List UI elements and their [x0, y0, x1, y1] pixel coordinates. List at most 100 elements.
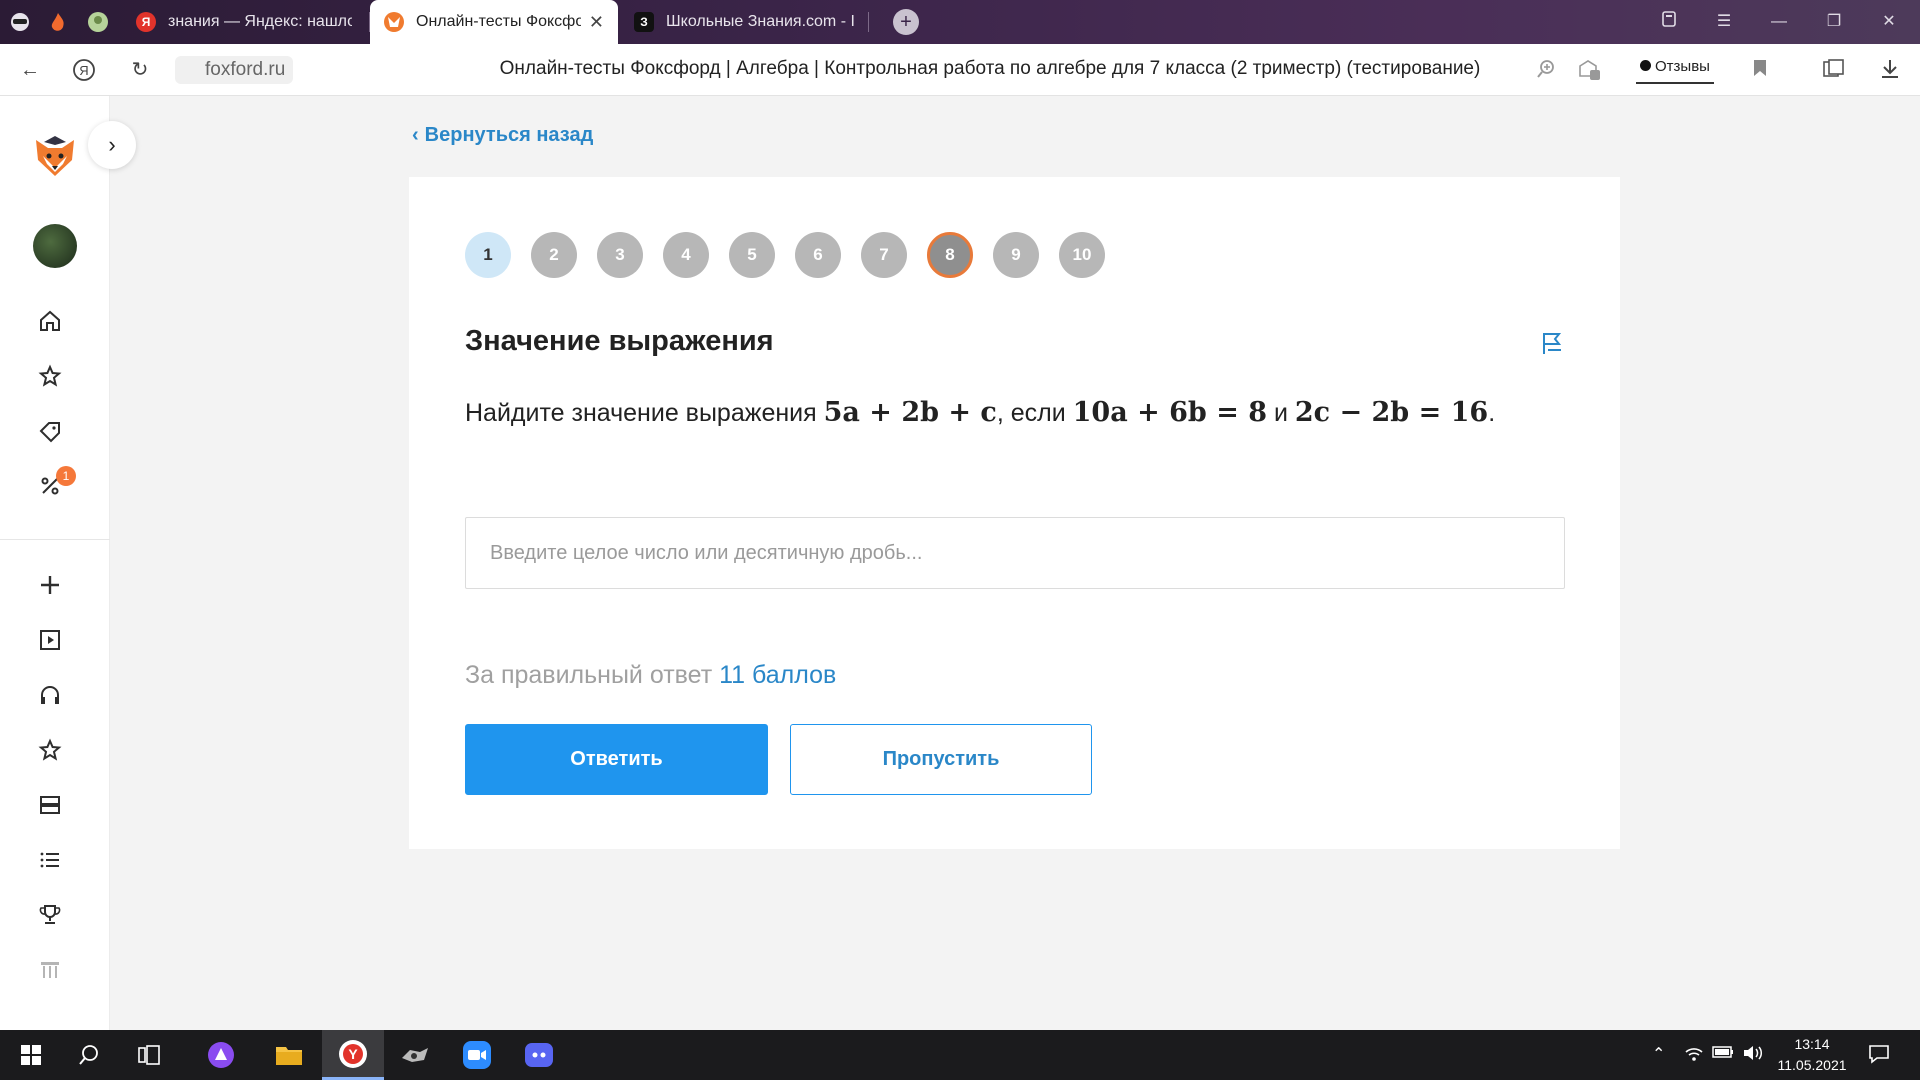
step-10[interactable]: 10 [1059, 232, 1105, 278]
question-card: 1 2 3 4 5 6 7 8 9 10 Значение выражения … [409, 177, 1620, 849]
user-avatar[interactable] [33, 224, 77, 268]
yandex-icon: Я [136, 12, 156, 32]
battery-icon[interactable] [1712, 1044, 1734, 1065]
browser-tab-strip: Я знания — Яндекс: нашлос Онлайн-тесты Ф… [0, 0, 1920, 44]
windows-taskbar: Y ⌃ 13:14 11.05.2021 [0, 1030, 1920, 1080]
taskbar-clock[interactable]: 13:14 11.05.2021 [1772, 1034, 1852, 1076]
fox-logo-icon [36, 136, 74, 176]
plus-icon[interactable] [35, 570, 65, 600]
zoom-icon[interactable] [1534, 58, 1558, 82]
back-arrow-icon[interactable]: ← [18, 58, 42, 82]
fox-icon [384, 12, 404, 32]
file-explorer-icon[interactable] [258, 1030, 320, 1080]
tray-chevron-up-icon[interactable]: ⌃ [1652, 1044, 1665, 1064]
windows-start-icon[interactable] [0, 1030, 62, 1080]
mask-icon [11, 13, 29, 31]
tab-label: знания — Яндекс: нашлос [168, 13, 352, 30]
question-prefix: Найдите значение выражения [465, 399, 824, 427]
layers-icon[interactable] [35, 790, 65, 820]
svg-text:Y: Y [348, 1046, 358, 1062]
report-flag-icon[interactable] [1539, 330, 1565, 356]
notifications-icon[interactable] [1868, 1044, 1890, 1069]
chat-bubble-icon [1640, 60, 1651, 71]
step-3[interactable]: 3 [597, 232, 643, 278]
promo-badge: 1 [56, 466, 76, 486]
downloads-counter-icon[interactable] [1576, 58, 1600, 82]
close-window-icon[interactable]: ✕ [1877, 10, 1901, 34]
home-icon[interactable] [35, 306, 65, 336]
task-view-icon[interactable] [118, 1030, 180, 1080]
znania-icon: З [634, 12, 654, 32]
play-icon[interactable] [35, 625, 65, 655]
tab-znania[interactable]: З Школьные Знания.com - I [620, 0, 870, 44]
restore-icon[interactable]: ❐ [1822, 10, 1846, 34]
address-bar: ← Я ↻ foxford.ru Онлайн-тесты Фоксфорд |… [0, 44, 1920, 96]
tab-label: Онлайн-тесты Фоксфор [416, 13, 581, 30]
question-suffix: . [1488, 399, 1496, 427]
pinned-tab-fire[interactable] [42, 6, 74, 38]
step-9[interactable]: 9 [993, 232, 1039, 278]
question-title: Значение выражения [465, 325, 774, 357]
alice-icon[interactable] [190, 1030, 252, 1080]
tab-foxford-tests[interactable]: Онлайн-тесты Фоксфор ✕ [370, 0, 618, 44]
sidebar-divider [0, 539, 110, 540]
back-link-label: Вернуться назад [424, 124, 594, 146]
points-value: 11 баллов [719, 661, 837, 689]
answer-input[interactable] [465, 517, 1565, 589]
reviews-label: Отзывы [1655, 58, 1710, 75]
question-connector: , если [996, 399, 1073, 427]
zoom-app-icon[interactable] [446, 1030, 508, 1080]
step-2[interactable]: 2 [531, 232, 577, 278]
bookmark-icon[interactable] [1748, 58, 1772, 82]
volume-icon[interactable] [1742, 1044, 1764, 1067]
wifi-icon[interactable] [1684, 1044, 1704, 1067]
flame-icon [51, 13, 64, 31]
foxford-logo[interactable] [30, 130, 80, 180]
tab-manager-icon[interactable] [1657, 10, 1681, 34]
menu-icon[interactable]: ☰ [1712, 10, 1736, 34]
math-equation: 2c − 2b = 16 [1294, 397, 1489, 428]
url-domain[interactable]: foxford.ru [175, 56, 294, 84]
favorites-star-icon[interactable] [35, 735, 65, 765]
list-icon[interactable] [35, 845, 65, 875]
step-8-current[interactable]: 8 [927, 232, 973, 278]
avatar-icon [88, 12, 108, 32]
headphones-icon[interactable] [35, 680, 65, 710]
yandex-home-icon[interactable]: Я [72, 58, 96, 82]
step-1[interactable]: 1 [465, 232, 511, 278]
question-text: Найдите значение выражения 5a + 2b + c, … [465, 397, 1495, 428]
close-tab-icon[interactable]: ✕ [581, 12, 604, 33]
new-tab-button[interactable]: + [893, 9, 919, 35]
trophy-icon[interactable] [35, 900, 65, 930]
clock-time: 13:14 [1794, 1036, 1830, 1052]
submit-answer-button[interactable]: Ответить [465, 724, 768, 795]
reviews-button[interactable]: Отзывы [1636, 54, 1714, 84]
game-app-icon[interactable] [384, 1030, 446, 1080]
points-info: За правильный ответ 11 баллов [465, 661, 836, 690]
clock-date: 11.05.2021 [1777, 1057, 1847, 1073]
chevron-right-icon: › [108, 132, 116, 157]
step-6[interactable]: 6 [795, 232, 841, 278]
sidebar-expand-button[interactable]: › [88, 121, 136, 169]
library-icon[interactable] [35, 955, 65, 985]
minimize-icon[interactable]: — [1767, 10, 1791, 34]
step-5[interactable]: 5 [729, 232, 775, 278]
reload-icon[interactable]: ↻ [128, 58, 152, 82]
skip-button[interactable]: Пропустить [790, 724, 1092, 795]
yandex-browser-taskbar-icon[interactable]: Y [322, 1030, 384, 1080]
pinned-tab-avatar[interactable] [82, 6, 114, 38]
question-connector: и [1267, 399, 1295, 427]
tag-icon[interactable] [35, 416, 65, 446]
search-icon[interactable] [58, 1030, 120, 1080]
points-prefix: За правильный ответ [465, 661, 720, 689]
step-4[interactable]: 4 [663, 232, 709, 278]
discord-icon[interactable] [508, 1030, 570, 1080]
star-icon[interactable] [35, 361, 65, 391]
back-link[interactable]: ‹ Вернуться назад [412, 124, 593, 147]
step-7[interactable]: 7 [861, 232, 907, 278]
app-sidebar: › 1 [0, 96, 136, 1030]
download-icon[interactable] [1878, 58, 1902, 82]
pinned-tab-reader[interactable] [4, 6, 36, 38]
tab-yandex-search[interactable]: Я знания — Яндекс: нашлос [122, 0, 366, 44]
collections-icon[interactable] [1822, 58, 1846, 82]
